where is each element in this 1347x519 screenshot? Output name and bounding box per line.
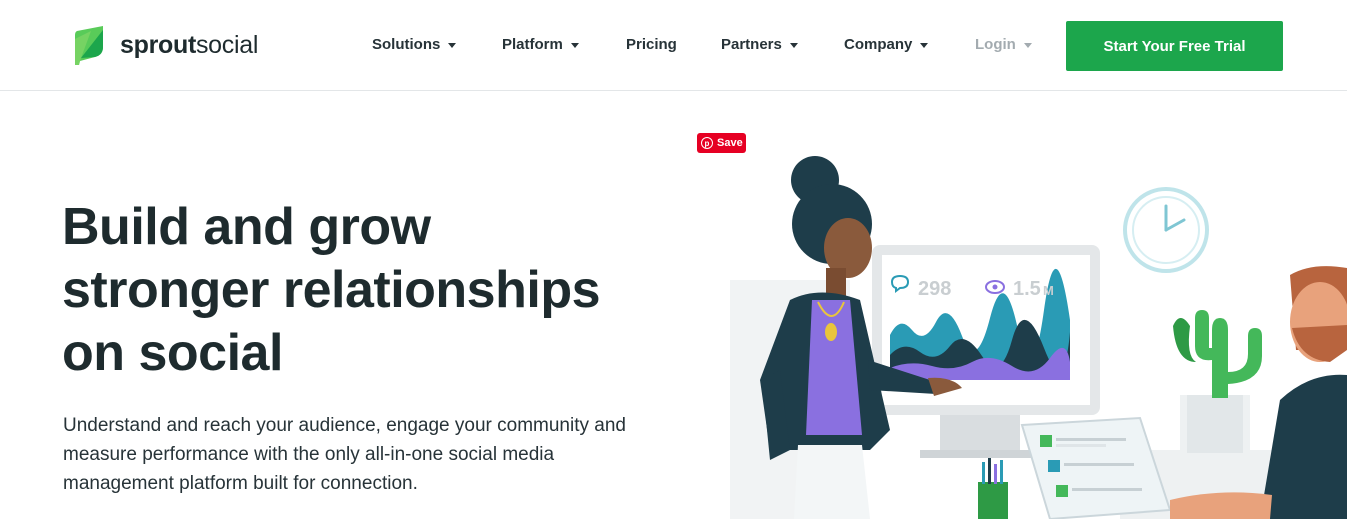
- start-free-trial-button[interactable]: Start Your Free Trial: [1066, 21, 1283, 71]
- hero-title-line: stronger relationships: [62, 261, 601, 319]
- cactus-icon: [1173, 310, 1262, 455]
- nav-solutions-label: Solutions: [372, 36, 441, 53]
- office-scene-illustration: 298 1.5 M: [730, 156, 1347, 519]
- nav-pricing[interactable]: Pricing: [626, 36, 677, 53]
- pencil-cup-icon: [978, 458, 1008, 519]
- nav-company-label: Company: [844, 36, 913, 53]
- hero-title-line: on social: [62, 324, 283, 382]
- chevron-down-icon: [789, 42, 798, 48]
- nav-partners[interactable]: Partners: [721, 36, 798, 53]
- hero-title-line: Build and grow: [62, 198, 431, 256]
- hero-title: Build and grow stronger relationships on…: [62, 196, 682, 385]
- comments-count: 298: [918, 278, 951, 300]
- sprout-social-logo[interactable]: sproutsocial: [73, 25, 258, 65]
- logo-wordmark: sproutsocial: [120, 30, 259, 59]
- clock-icon: [1123, 187, 1209, 273]
- nav-partners-label: Partners: [721, 36, 782, 53]
- hero-subtitle: Understand and reach your audience, enga…: [63, 415, 626, 494]
- nav-solutions[interactable]: Solutions: [372, 36, 457, 53]
- nav-company[interactable]: Company: [844, 36, 929, 53]
- chevron-down-icon: [570, 42, 579, 48]
- nav-platform-label: Platform: [502, 36, 563, 53]
- nav-pricing-label: Pricing: [626, 36, 677, 53]
- hero-illustration: 298 1.5 M: [700, 150, 1347, 519]
- chevron-down-icon: [920, 42, 929, 48]
- site-header: sproutsocial Solutions Platform Pricing …: [0, 0, 1347, 91]
- views-count: 1.5: [1013, 278, 1041, 300]
- nav-login-label: Login: [975, 36, 1016, 53]
- nav-platform[interactable]: Platform: [502, 36, 579, 53]
- nav-login[interactable]: Login: [975, 36, 1032, 53]
- chevron-down-icon: [1023, 42, 1032, 48]
- pinterest-save-label: Save: [717, 137, 743, 149]
- chevron-down-icon: [448, 42, 457, 48]
- laptop: [1020, 416, 1172, 519]
- pinterest-icon: p: [701, 137, 713, 149]
- sprout-leaf-icon: [75, 26, 103, 65]
- views-unit: M: [1043, 283, 1054, 298]
